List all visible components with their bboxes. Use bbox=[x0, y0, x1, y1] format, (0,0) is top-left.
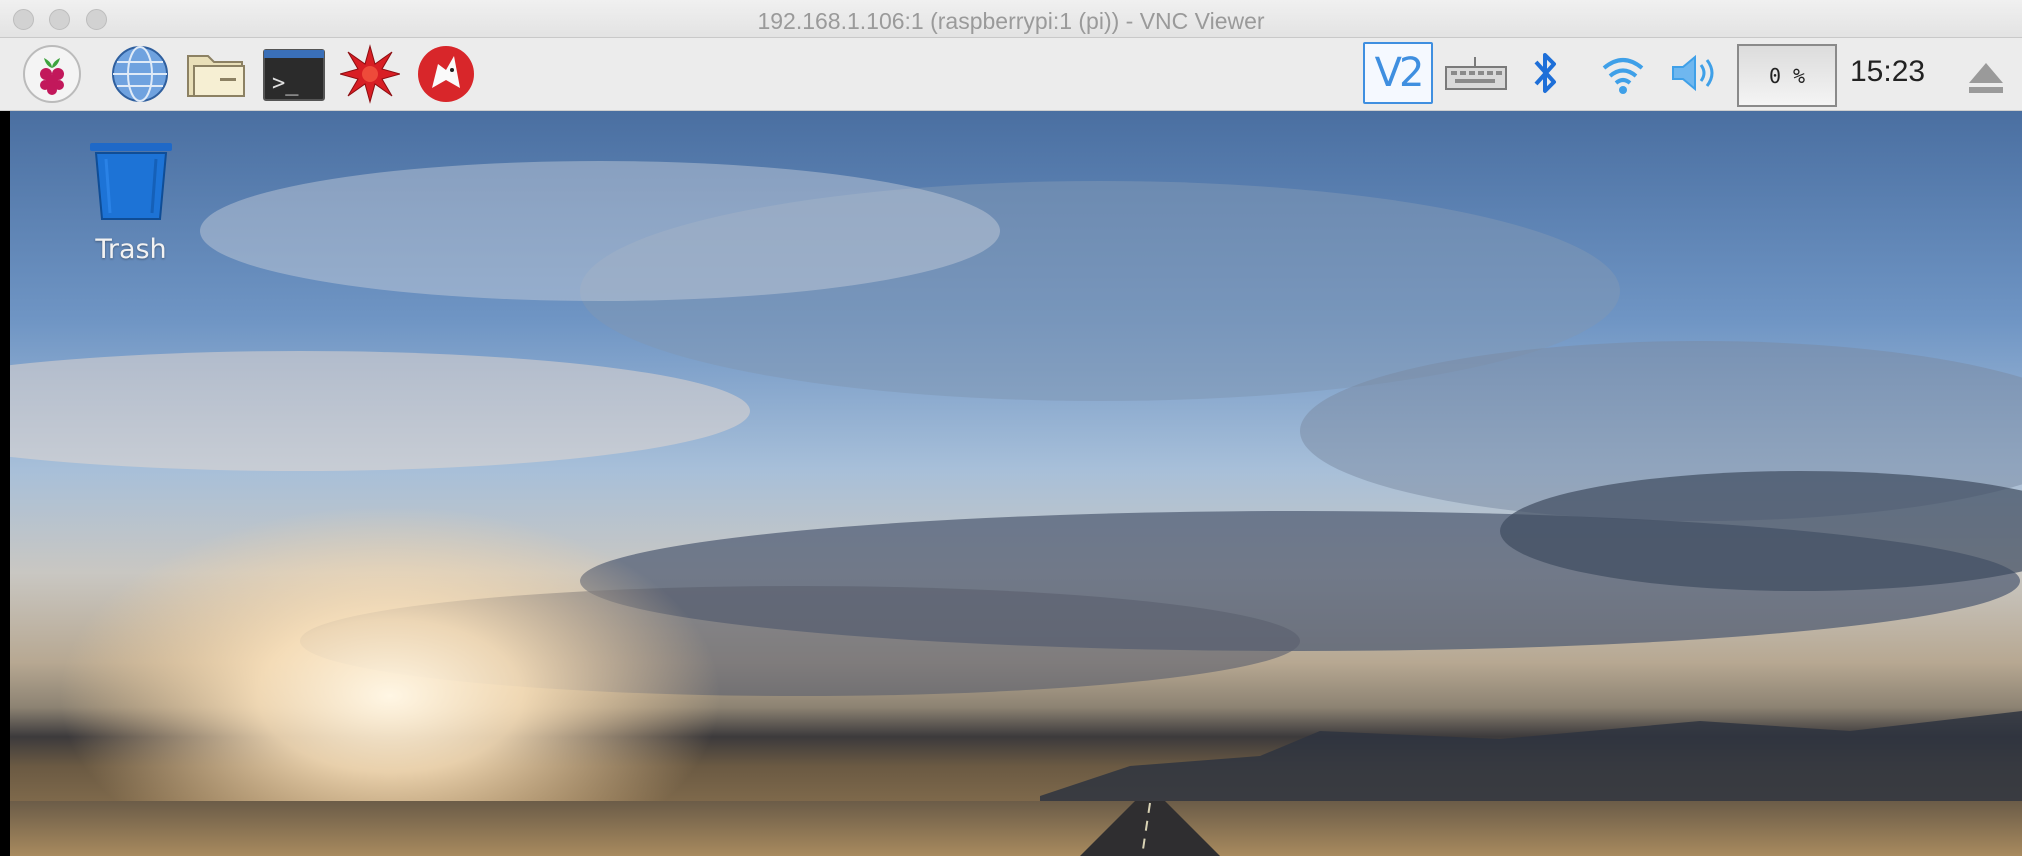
mathematica-icon[interactable] bbox=[338, 44, 402, 104]
vnc-server-icon[interactable]: V2 bbox=[1363, 42, 1433, 104]
wolfram-icon[interactable] bbox=[414, 45, 478, 103]
desktop-icon-trash[interactable]: Trash bbox=[80, 141, 182, 265]
raspberry-menu-icon[interactable] bbox=[20, 45, 84, 103]
bluetooth-icon[interactable] bbox=[1522, 42, 1568, 104]
clock[interactable]: 15:23 bbox=[1850, 55, 1940, 89]
window-title-bar: 192.168.1.106:1 (raspberrypi:1 (pi)) - V… bbox=[0, 0, 2022, 38]
wifi-icon[interactable] bbox=[1595, 42, 1651, 104]
desktop-wallpaper: Trash bbox=[0, 111, 2022, 856]
file-manager-folder-icon[interactable] bbox=[184, 45, 248, 103]
volume-icon[interactable] bbox=[1668, 42, 1724, 104]
eject-icon[interactable] bbox=[1962, 46, 2010, 108]
trash-label: Trash bbox=[95, 234, 167, 265]
svg-text:>_: >_ bbox=[272, 71, 299, 96]
trash-icon bbox=[90, 143, 172, 220]
window-left-edge bbox=[0, 111, 10, 856]
cpu-usage-monitor[interactable]: 0 % bbox=[1737, 44, 1837, 107]
window-title: 192.168.1.106:1 (raspberrypi:1 (pi)) - V… bbox=[757, 8, 1265, 34]
keyboard-icon[interactable] bbox=[1443, 42, 1509, 104]
terminal-icon[interactable]: >_ bbox=[262, 45, 326, 103]
web-browser-globe-icon[interactable] bbox=[108, 45, 172, 103]
wallpaper-scene bbox=[0, 161, 2022, 856]
